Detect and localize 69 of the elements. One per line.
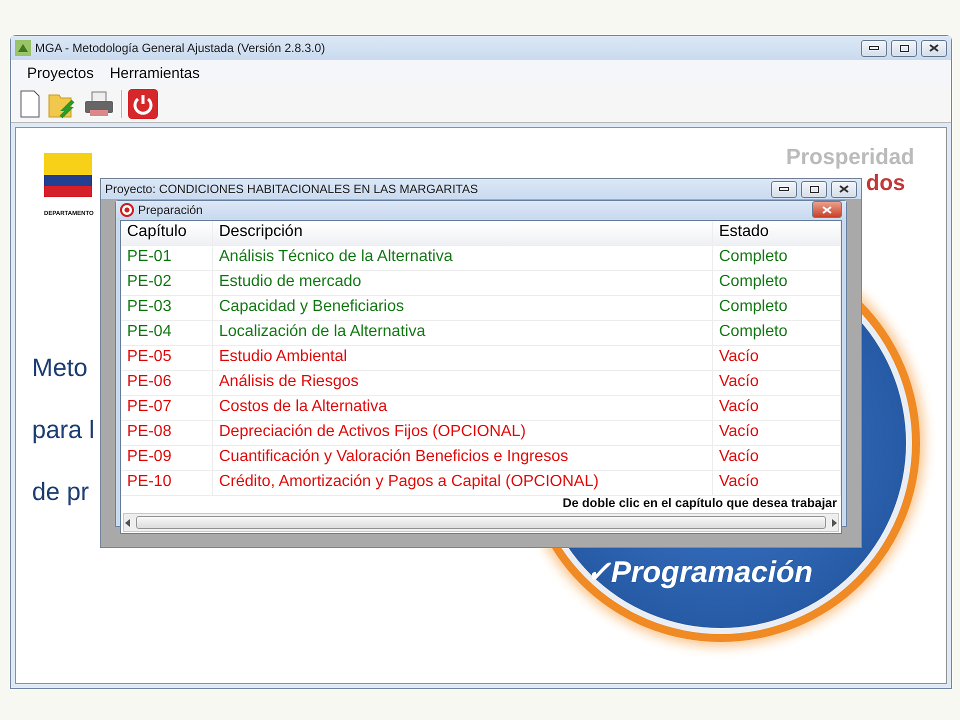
table-cell[interactable]: PE-01 xyxy=(121,246,213,270)
close-icon xyxy=(929,44,939,52)
close-icon xyxy=(822,206,832,214)
close-icon xyxy=(839,185,849,193)
table-cell[interactable]: Estudio de mercado xyxy=(213,271,713,295)
hint-text: De doble clic en el capítulo que desea trabajar xyxy=(562,496,838,512)
table-cell[interactable]: Localización de la Alternativa xyxy=(213,321,713,345)
table-cell[interactable]: Vacío xyxy=(713,396,841,420)
target-icon xyxy=(120,202,134,216)
table-cell[interactable]: Completo xyxy=(713,271,841,295)
menu-item[interactable]: Herramientas xyxy=(106,64,204,82)
table-cell[interactable]: Capacidad y Beneficiarios xyxy=(213,296,713,320)
horizontal-scrollbar[interactable] xyxy=(123,513,839,532)
column-header: Estado xyxy=(713,221,841,245)
app-icon xyxy=(15,40,31,56)
table-cell[interactable]: Completo xyxy=(713,296,841,320)
new-document-icon[interactable] xyxy=(19,90,41,118)
program-badge-text: ✓Programación xyxy=(586,556,813,589)
table-cell[interactable]: Vacío xyxy=(713,421,841,445)
table-cell[interactable]: Estudio Ambiental xyxy=(213,346,713,370)
column-header: Capítulo xyxy=(121,221,213,245)
window-title: Proyecto: CONDICIONES HABITACIONALES EN LAS MARGARITAS xyxy=(105,182,479,196)
table-cell[interactable]: Vacío xyxy=(713,346,841,370)
table-cell[interactable]: PE-07 xyxy=(121,396,213,420)
table-cell[interactable]: PE-05 xyxy=(121,346,213,370)
table-cell[interactable]: PE-02 xyxy=(121,271,213,295)
menu-item[interactable]: Proyectos xyxy=(23,64,98,82)
close-button[interactable] xyxy=(921,40,947,56)
table-cell[interactable]: Depreciación de Activos Fijos (OPCIONAL) xyxy=(213,421,713,445)
window-title: Preparación xyxy=(138,202,204,216)
table-cell[interactable]: PE-03 xyxy=(121,296,213,320)
window-title: MGA - Metodología General Ajustada (Versión 2.8.3.0) xyxy=(35,41,326,55)
table-cell[interactable]: Completo xyxy=(713,246,841,270)
table-cell[interactable]: Análisis Técnico de la Alternativa xyxy=(213,246,713,270)
right-arrow-icon[interactable] xyxy=(830,518,838,526)
table-cell[interactable]: PE-09 xyxy=(121,446,213,470)
minimize-button[interactable] xyxy=(771,180,797,198)
slogan-text: Prosperidad xyxy=(786,144,914,169)
printer-icon[interactable] xyxy=(83,90,115,118)
left-arrow-icon[interactable] xyxy=(124,518,132,526)
table-cell[interactable]: Vacío xyxy=(713,471,841,495)
table-cell[interactable]: Crédito, Amortización y Pagos a Capital (OPCIONAL) xyxy=(213,471,713,495)
power-icon[interactable] xyxy=(128,89,158,119)
minimize-icon xyxy=(779,187,789,191)
close-button[interactable] xyxy=(812,201,842,218)
table-cell[interactable]: PE-06 xyxy=(121,371,213,395)
table-cell[interactable]: PE-08 xyxy=(121,421,213,445)
scroll-thumb[interactable] xyxy=(136,516,826,529)
flag-logo-icon xyxy=(44,153,92,197)
minimize-button[interactable] xyxy=(861,40,887,56)
maximize-icon xyxy=(810,186,818,192)
column-header: Descripción xyxy=(213,221,713,245)
maximize-icon xyxy=(900,44,908,52)
table-cell[interactable]: Vacío xyxy=(713,446,841,470)
close-button[interactable] xyxy=(831,180,857,198)
intro-text: para l xyxy=(32,416,95,444)
table-cell[interactable]: Vacío xyxy=(713,371,841,395)
table-cell[interactable]: Completo xyxy=(713,321,841,345)
table-cell[interactable]: PE-10 xyxy=(121,471,213,495)
table-cell[interactable]: Costos de la Alternativa xyxy=(213,396,713,420)
maximize-button[interactable] xyxy=(801,180,827,198)
table-cell[interactable]: Cuantificación y Valoración Beneficios e Ingresos xyxy=(213,446,713,470)
table-cell[interactable]: Análisis de Riesgos xyxy=(213,371,713,395)
maximize-button[interactable] xyxy=(891,40,917,56)
slogan-text: dos xyxy=(866,170,906,195)
intro-text: Meto xyxy=(32,354,88,382)
table-cell[interactable]: PE-04 xyxy=(121,321,213,345)
intro-text: de pr xyxy=(32,478,89,506)
minimize-icon xyxy=(869,46,879,50)
